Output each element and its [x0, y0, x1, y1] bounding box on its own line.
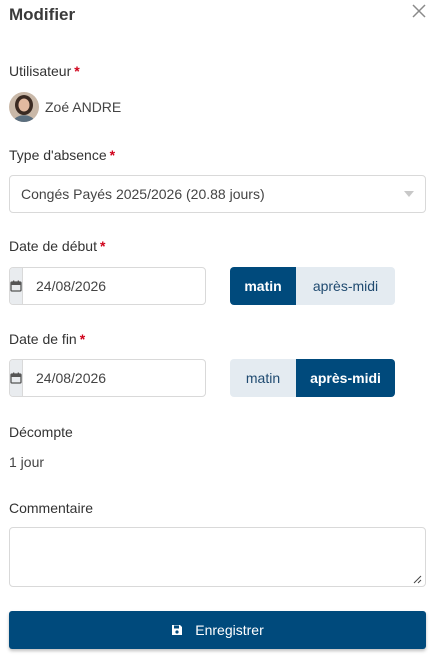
end-period-toggle: matin après-midi: [230, 359, 395, 397]
start-date-field: [9, 267, 217, 305]
end-date-input[interactable]: [23, 360, 217, 396]
save-icon: [172, 625, 183, 635]
save-button-label: Enregistrer: [195, 622, 264, 638]
end-date-field: [9, 359, 217, 397]
user-label-text: Utilisateur: [9, 63, 72, 79]
calendar-icon[interactable]: [10, 268, 23, 304]
end-date-label-text: Date de fin: [9, 331, 77, 347]
end-date-label: Date de fin *: [9, 331, 85, 347]
end-morning-button[interactable]: matin: [230, 359, 296, 397]
start-afternoon-button[interactable]: après-midi: [296, 267, 395, 305]
end-afternoon-button[interactable]: après-midi: [296, 359, 395, 397]
absence-type-value: Congés Payés 2025/2026 (20.88 jours): [21, 186, 265, 202]
comment-label: Commentaire: [9, 500, 94, 516]
absence-type-label-text: Type d'absence: [9, 147, 107, 163]
required-marker: *: [109, 147, 116, 163]
absence-type-select[interactable]: Congés Payés 2025/2026 (20.88 jours): [9, 175, 426, 213]
resize-handle-icon[interactable]: [412, 574, 422, 584]
required-marker: *: [79, 331, 86, 347]
calendar-icon[interactable]: [10, 360, 23, 396]
required-marker: *: [99, 238, 106, 254]
start-date-label: Date de début *: [9, 238, 105, 254]
save-button[interactable]: Enregistrer: [9, 611, 426, 649]
close-icon[interactable]: [410, 2, 428, 20]
user-display: Zoé ANDRE: [9, 92, 121, 122]
absence-type-label: Type d'absence *: [9, 147, 115, 163]
count-label: Décompte: [9, 424, 73, 440]
required-marker: *: [74, 63, 80, 79]
start-date-input[interactable]: [23, 268, 217, 304]
avatar: [9, 92, 39, 122]
modal-title: Modifier: [9, 5, 76, 24]
chevron-down-icon: [404, 191, 414, 197]
start-period-toggle: matin après-midi: [230, 267, 395, 305]
count-value: 1 jour: [9, 454, 45, 470]
user-label: Utilisateur *: [9, 63, 80, 79]
comment-textarea[interactable]: [9, 527, 426, 587]
start-morning-button[interactable]: matin: [230, 267, 296, 305]
user-name: Zoé ANDRE: [45, 99, 122, 115]
start-date-label-text: Date de début: [9, 238, 97, 254]
